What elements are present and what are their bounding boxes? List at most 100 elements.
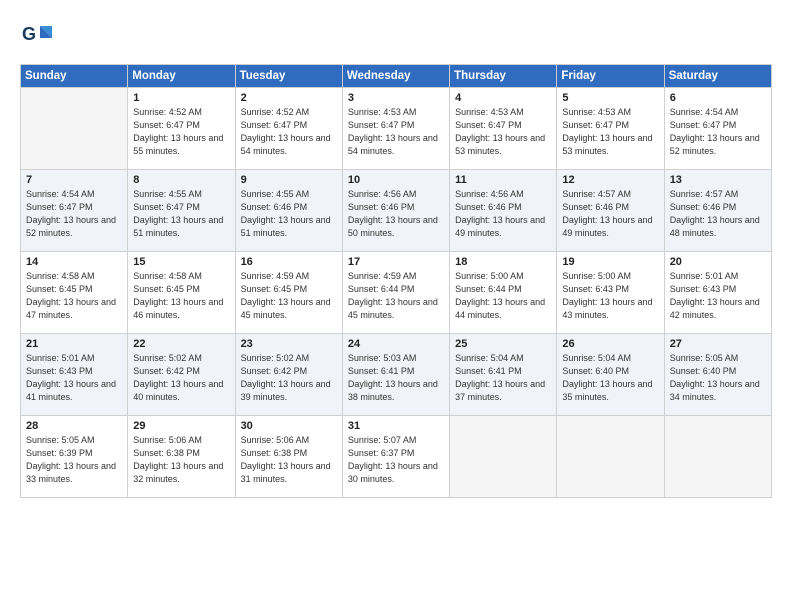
day-number: 15 xyxy=(133,256,229,268)
calendar-cell: 13 Sunrise: 4:57 AMSunset: 6:46 PMDayligh… xyxy=(664,170,771,252)
day-number: 11 xyxy=(455,174,551,186)
day-number: 27 xyxy=(670,338,766,350)
weekday-header-tuesday: Tuesday xyxy=(235,65,342,88)
weekday-header-saturday: Saturday xyxy=(664,65,771,88)
calendar-week-row: 14 Sunrise: 4:58 AMSunset: 6:45 PMDayligh… xyxy=(21,252,772,334)
day-info: Sunrise: 4:53 AMSunset: 6:47 PMDaylight:… xyxy=(455,106,551,158)
calendar-cell: 30 Sunrise: 5:06 AMSunset: 6:38 PMDayligh… xyxy=(235,416,342,498)
day-info: Sunrise: 4:52 AMSunset: 6:47 PMDaylight:… xyxy=(241,106,337,158)
day-number: 29 xyxy=(133,420,229,432)
page: G SundayMondayTuesdayWednesdayThursdayFr… xyxy=(0,0,792,612)
day-info: Sunrise: 4:58 AMSunset: 6:45 PMDaylight:… xyxy=(133,270,229,322)
day-number: 26 xyxy=(562,338,658,350)
weekday-header-sunday: Sunday xyxy=(21,65,128,88)
day-info: Sunrise: 4:55 AMSunset: 6:46 PMDaylight:… xyxy=(241,188,337,240)
calendar-cell: 22 Sunrise: 5:02 AMSunset: 6:42 PMDayligh… xyxy=(128,334,235,416)
day-info: Sunrise: 5:02 AMSunset: 6:42 PMDaylight:… xyxy=(133,352,229,404)
day-number: 22 xyxy=(133,338,229,350)
calendar-cell: 10Sunrise: 4:56 AMSunset: 6:46 PMDayligh… xyxy=(342,170,449,252)
calendar-cell: 7 Sunrise: 4:54 AMSunset: 6:47 PMDaylight… xyxy=(21,170,128,252)
day-number: 5 xyxy=(562,92,658,104)
calendar-cell xyxy=(450,416,557,498)
calendar-week-row: 28 Sunrise: 5:05 AMSunset: 6:39 PMDayligh… xyxy=(21,416,772,498)
calendar-cell: 21Sunrise: 5:01 AMSunset: 6:43 PMDayligh… xyxy=(21,334,128,416)
day-info: Sunrise: 5:00 AMSunset: 6:44 PMDaylight:… xyxy=(455,270,551,322)
day-info: Sunrise: 4:52 AMSunset: 6:47 PMDaylight:… xyxy=(133,106,229,158)
calendar-cell: 29 Sunrise: 5:06 AMSunset: 6:38 PMDayligh… xyxy=(128,416,235,498)
day-number: 13 xyxy=(670,174,766,186)
calendar-cell: 26 Sunrise: 5:04 AMSunset: 6:40 PMDayligh… xyxy=(557,334,664,416)
calendar-cell: 23Sunrise: 5:02 AMSunset: 6:42 PMDayligh… xyxy=(235,334,342,416)
day-info: Sunrise: 4:54 AMSunset: 6:47 PMDaylight:… xyxy=(26,188,122,240)
calendar-cell: 6Sunrise: 4:54 AMSunset: 6:47 PMDaylight… xyxy=(664,88,771,170)
weekday-header-wednesday: Wednesday xyxy=(342,65,449,88)
day-info: Sunrise: 4:53 AMSunset: 6:47 PMDaylight:… xyxy=(348,106,444,158)
calendar-cell: 28 Sunrise: 5:05 AMSunset: 6:39 PMDayligh… xyxy=(21,416,128,498)
day-info: Sunrise: 5:03 AMSunset: 6:41 PMDaylight:… xyxy=(348,352,444,404)
calendar-cell: 25Sunrise: 5:04 AMSunset: 6:41 PMDayligh… xyxy=(450,334,557,416)
day-info: Sunrise: 4:56 AMSunset: 6:46 PMDaylight:… xyxy=(455,188,551,240)
day-number: 7 xyxy=(26,174,122,186)
calendar-cell: 4 Sunrise: 4:53 AMSunset: 6:47 PMDaylight… xyxy=(450,88,557,170)
day-number: 20 xyxy=(670,256,766,268)
day-number: 3 xyxy=(348,92,444,104)
calendar-cell: 9Sunrise: 4:55 AMSunset: 6:46 PMDaylight… xyxy=(235,170,342,252)
weekday-header-friday: Friday xyxy=(557,65,664,88)
day-info: Sunrise: 5:04 AMSunset: 6:41 PMDaylight:… xyxy=(455,352,551,404)
day-info: Sunrise: 4:59 AMSunset: 6:45 PMDaylight:… xyxy=(241,270,337,322)
calendar-cell xyxy=(21,88,128,170)
calendar-cell: 12Sunrise: 4:57 AMSunset: 6:46 PMDayligh… xyxy=(557,170,664,252)
day-number: 31 xyxy=(348,420,444,432)
day-info: Sunrise: 5:00 AMSunset: 6:43 PMDaylight:… xyxy=(562,270,658,322)
day-number: 19 xyxy=(562,256,658,268)
calendar-week-row: 21Sunrise: 5:01 AMSunset: 6:43 PMDayligh… xyxy=(21,334,772,416)
day-number: 4 xyxy=(455,92,551,104)
calendar-cell: 2 Sunrise: 4:52 AMSunset: 6:47 PMDaylight… xyxy=(235,88,342,170)
weekday-header-thursday: Thursday xyxy=(450,65,557,88)
calendar-cell: 19 Sunrise: 5:00 AMSunset: 6:43 PMDayligh… xyxy=(557,252,664,334)
day-info: Sunrise: 5:06 AMSunset: 6:38 PMDaylight:… xyxy=(133,434,229,486)
calendar-cell: 5 Sunrise: 4:53 AMSunset: 6:47 PMDaylight… xyxy=(557,88,664,170)
day-number: 2 xyxy=(241,92,337,104)
day-number: 17 xyxy=(348,256,444,268)
day-info: Sunrise: 4:53 AMSunset: 6:47 PMDaylight:… xyxy=(562,106,658,158)
calendar-cell: 1 Sunrise: 4:52 AMSunset: 6:47 PMDaylight… xyxy=(128,88,235,170)
calendar-cell: 16 Sunrise: 4:59 AMSunset: 6:45 PMDayligh… xyxy=(235,252,342,334)
day-number: 18 xyxy=(455,256,551,268)
day-number: 28 xyxy=(26,420,122,432)
day-number: 24 xyxy=(348,338,444,350)
calendar-cell: 14Sunrise: 4:58 AMSunset: 6:45 PMDayligh… xyxy=(21,252,128,334)
calendar-cell: 15 Sunrise: 4:58 AMSunset: 6:45 PMDayligh… xyxy=(128,252,235,334)
day-number: 1 xyxy=(133,92,229,104)
day-number: 16 xyxy=(241,256,337,268)
calendar-cell: 8 Sunrise: 4:55 AMSunset: 6:47 PMDaylight… xyxy=(128,170,235,252)
calendar-week-row: 1 Sunrise: 4:52 AMSunset: 6:47 PMDaylight… xyxy=(21,88,772,170)
day-info: Sunrise: 4:59 AMSunset: 6:44 PMDaylight:… xyxy=(348,270,444,322)
day-number: 30 xyxy=(241,420,337,432)
weekday-header-monday: Monday xyxy=(128,65,235,88)
calendar: SundayMondayTuesdayWednesdayThursdayFrid… xyxy=(20,64,772,498)
day-info: Sunrise: 4:54 AMSunset: 6:47 PMDaylight:… xyxy=(670,106,766,158)
day-info: Sunrise: 5:02 AMSunset: 6:42 PMDaylight:… xyxy=(241,352,337,404)
day-info: Sunrise: 5:05 AMSunset: 6:39 PMDaylight:… xyxy=(26,434,122,486)
day-info: Sunrise: 5:04 AMSunset: 6:40 PMDaylight:… xyxy=(562,352,658,404)
calendar-week-row: 7 Sunrise: 4:54 AMSunset: 6:47 PMDaylight… xyxy=(21,170,772,252)
calendar-cell: 24 Sunrise: 5:03 AMSunset: 6:41 PMDayligh… xyxy=(342,334,449,416)
day-number: 8 xyxy=(133,174,229,186)
day-number: 14 xyxy=(26,256,122,268)
logo-icon: G xyxy=(20,18,56,54)
day-info: Sunrise: 4:55 AMSunset: 6:47 PMDaylight:… xyxy=(133,188,229,240)
day-info: Sunrise: 5:06 AMSunset: 6:38 PMDaylight:… xyxy=(241,434,337,486)
day-number: 12 xyxy=(562,174,658,186)
day-info: Sunrise: 5:05 AMSunset: 6:40 PMDaylight:… xyxy=(670,352,766,404)
day-number: 21 xyxy=(26,338,122,350)
day-info: Sunrise: 4:56 AMSunset: 6:46 PMDaylight:… xyxy=(348,188,444,240)
day-info: Sunrise: 4:57 AMSunset: 6:46 PMDaylight:… xyxy=(670,188,766,240)
calendar-cell: 3 Sunrise: 4:53 AMSunset: 6:47 PMDaylight… xyxy=(342,88,449,170)
svg-text:G: G xyxy=(22,24,36,44)
calendar-cell: 31Sunrise: 5:07 AMSunset: 6:37 PMDayligh… xyxy=(342,416,449,498)
calendar-cell xyxy=(557,416,664,498)
calendar-cell: 17 Sunrise: 4:59 AMSunset: 6:44 PMDayligh… xyxy=(342,252,449,334)
calendar-cell: 20Sunrise: 5:01 AMSunset: 6:43 PMDayligh… xyxy=(664,252,771,334)
calendar-cell xyxy=(664,416,771,498)
